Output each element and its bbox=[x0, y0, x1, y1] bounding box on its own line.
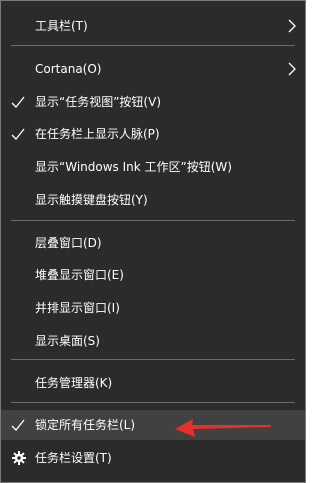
taskbar-context-menu: 工具栏(T) Cortana(O) 显示“任务视图”按钮(V) 在任务栏上显示人… bbox=[0, 0, 306, 483]
menu-item-show-desktop[interactable]: 显示桌面(S) bbox=[1, 326, 305, 356]
menu-item-taskbar-settings-label: 任务栏设置(T) bbox=[35, 451, 112, 465]
menu-item-show-people-label: 在任务栏上显示人脉(P) bbox=[35, 127, 160, 141]
menu-item-show-touch-keyboard-label: 显示触摸键盘按钮(Y) bbox=[35, 193, 148, 207]
menu-item-stacked-label: 堆叠显示窗口(E) bbox=[35, 268, 124, 282]
menu-item-side-by-side-label: 并排显示窗口(I) bbox=[35, 301, 120, 315]
menu-item-task-manager-label: 任务管理器(K) bbox=[35, 376, 113, 390]
menu-separator bbox=[11, 220, 295, 221]
gear-icon bbox=[12, 451, 26, 465]
menu-item-task-manager[interactable]: 任务管理器(K) bbox=[1, 368, 305, 398]
menu-item-show-task-view[interactable]: 显示“任务视图”按钮(V) bbox=[1, 87, 305, 117]
menu-item-show-desktop-label: 显示桌面(S) bbox=[35, 334, 100, 348]
checkmark-icon bbox=[11, 419, 25, 431]
menu-item-cortana[interactable]: Cortana(O) bbox=[1, 54, 305, 84]
red-arrow-icon bbox=[175, 419, 271, 437]
menu-item-show-windows-ink-label: 显示“Windows Ink 工作区”按钮(W) bbox=[35, 160, 232, 174]
menu-item-side-by-side[interactable]: 并排显示窗口(I) bbox=[1, 293, 305, 323]
menu-item-show-windows-ink[interactable]: 显示“Windows Ink 工作区”按钮(W) bbox=[1, 152, 305, 182]
menu-item-cascade[interactable]: 层叠窗口(D) bbox=[1, 228, 305, 258]
menu-separator bbox=[11, 45, 295, 46]
menu-item-cascade-label: 层叠窗口(D) bbox=[35, 236, 102, 250]
checkmark-icon bbox=[11, 128, 25, 140]
menu-item-cortana-label: Cortana(O) bbox=[35, 62, 102, 76]
menu-separator bbox=[11, 402, 295, 403]
menu-item-lock-taskbar-label: 锁定所有任务栏(L) bbox=[35, 418, 136, 432]
chevron-right-icon bbox=[288, 62, 296, 76]
menu-item-show-people[interactable]: 在任务栏上显示人脉(P) bbox=[1, 119, 305, 149]
menu-item-toolbars[interactable]: 工具栏(T) bbox=[1, 11, 305, 41]
checkmark-icon bbox=[11, 96, 25, 108]
chevron-right-icon bbox=[288, 19, 296, 33]
menu-item-stacked[interactable]: 堆叠显示窗口(E) bbox=[1, 260, 305, 290]
menu-item-show-task-view-label: 显示“任务视图”按钮(V) bbox=[35, 95, 162, 109]
menu-item-toolbars-label: 工具栏(T) bbox=[35, 19, 88, 33]
menu-separator bbox=[11, 359, 295, 360]
menu-item-show-touch-keyboard[interactable]: 显示触摸键盘按钮(Y) bbox=[1, 185, 305, 215]
menu-item-taskbar-settings[interactable]: 任务栏设置(T) bbox=[1, 443, 305, 473]
